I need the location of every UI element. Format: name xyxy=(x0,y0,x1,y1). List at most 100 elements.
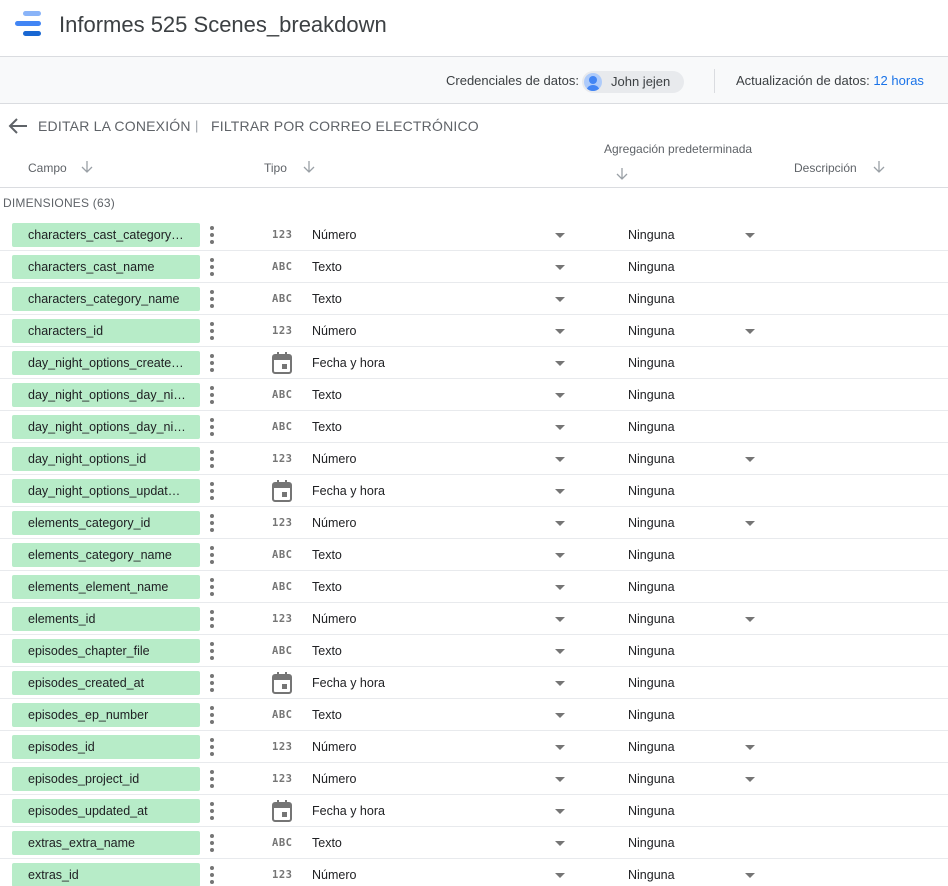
arrow-back-icon[interactable] xyxy=(8,117,28,135)
aggregation-dropdown-caret-icon[interactable] xyxy=(745,617,755,622)
type-dropdown-caret-icon[interactable] xyxy=(555,393,565,398)
type-label[interactable]: Texto xyxy=(312,420,342,434)
more-vert-icon[interactable] xyxy=(208,290,216,308)
type-dropdown-caret-icon[interactable] xyxy=(555,457,565,462)
type-dropdown-caret-icon[interactable] xyxy=(555,841,565,846)
aggregation-dropdown-caret-icon[interactable] xyxy=(745,329,755,334)
more-vert-icon[interactable] xyxy=(208,866,216,884)
type-dropdown-caret-icon[interactable] xyxy=(555,553,565,558)
aggregation-dropdown-caret-icon[interactable] xyxy=(745,233,755,238)
more-vert-icon[interactable] xyxy=(208,514,216,532)
more-vert-icon[interactable] xyxy=(208,802,216,820)
field-chip[interactable]: characters_category_name xyxy=(12,287,200,311)
aggregation-label[interactable]: Ninguna xyxy=(628,612,675,626)
aggregation-label[interactable]: Ninguna xyxy=(628,548,675,562)
field-chip[interactable]: day_night_options_day_ni… xyxy=(12,383,200,407)
column-header-type[interactable]: Tipo xyxy=(264,161,287,175)
type-label[interactable]: Número xyxy=(312,740,356,754)
type-dropdown-caret-icon[interactable] xyxy=(555,777,565,782)
aggregation-label[interactable]: Ninguna xyxy=(628,708,675,722)
more-vert-icon[interactable] xyxy=(208,226,216,244)
aggregation-label[interactable]: Ninguna xyxy=(628,676,675,690)
aggregation-label[interactable]: Ninguna xyxy=(628,804,675,818)
aggregation-label[interactable]: Ninguna xyxy=(628,452,675,466)
type-label[interactable]: Fecha y hora xyxy=(312,484,385,498)
type-dropdown-caret-icon[interactable] xyxy=(555,649,565,654)
more-vert-icon[interactable] xyxy=(208,322,216,340)
type-dropdown-caret-icon[interactable] xyxy=(555,873,565,878)
field-chip[interactable]: characters_id xyxy=(12,319,200,343)
field-chip[interactable]: episodes_chapter_file xyxy=(12,639,200,663)
type-dropdown-caret-icon[interactable] xyxy=(555,521,565,526)
more-vert-icon[interactable] xyxy=(208,834,216,852)
more-vert-icon[interactable] xyxy=(208,354,216,372)
filter-by-email-button[interactable]: FILTRAR POR CORREO ELECTRÓNICO xyxy=(211,118,479,134)
column-header-field[interactable]: Campo xyxy=(28,161,67,175)
type-label[interactable]: Número xyxy=(312,516,356,530)
aggregation-label[interactable]: Ninguna xyxy=(628,420,675,434)
arrow-down-icon[interactable] xyxy=(303,161,315,173)
more-vert-icon[interactable] xyxy=(208,674,216,692)
aggregation-dropdown-caret-icon[interactable] xyxy=(745,873,755,878)
edit-connection-button[interactable]: EDITAR LA CONEXIÓN xyxy=(38,118,191,134)
field-chip[interactable]: day_night_options_day_ni… xyxy=(12,415,200,439)
type-label[interactable]: Texto xyxy=(312,260,342,274)
aggregation-label[interactable]: Ninguna xyxy=(628,228,675,242)
aggregation-label[interactable]: Ninguna xyxy=(628,324,675,338)
credentials-user-chip[interactable]: John jejen xyxy=(582,71,684,93)
field-chip[interactable]: episodes_project_id xyxy=(12,767,200,791)
type-label[interactable]: Texto xyxy=(312,388,342,402)
more-vert-icon[interactable] xyxy=(208,578,216,596)
field-chip[interactable]: elements_category_name xyxy=(12,543,200,567)
type-dropdown-caret-icon[interactable] xyxy=(555,329,565,334)
more-vert-icon[interactable] xyxy=(208,450,216,468)
type-label[interactable]: Fecha y hora xyxy=(312,356,385,370)
type-dropdown-caret-icon[interactable] xyxy=(555,233,565,238)
aggregation-label[interactable]: Ninguna xyxy=(628,836,675,850)
column-header-description[interactable]: Descripción xyxy=(794,161,857,175)
type-label[interactable]: Texto xyxy=(312,292,342,306)
field-chip[interactable]: elements_category_id xyxy=(12,511,200,535)
field-chip[interactable]: day_night_options_updat… xyxy=(12,479,200,503)
aggregation-dropdown-caret-icon[interactable] xyxy=(745,777,755,782)
field-chip[interactable]: characters_cast_category… xyxy=(12,223,200,247)
field-chip[interactable]: episodes_ep_number xyxy=(12,703,200,727)
type-label[interactable]: Número xyxy=(312,324,356,338)
type-label[interactable]: Texto xyxy=(312,708,342,722)
field-chip[interactable]: elements_element_name xyxy=(12,575,200,599)
aggregation-label[interactable]: Ninguna xyxy=(628,260,675,274)
field-chip[interactable]: characters_cast_name xyxy=(12,255,200,279)
field-chip[interactable]: episodes_created_at xyxy=(12,671,200,695)
looker-studio-logo-icon[interactable] xyxy=(15,11,47,41)
type-dropdown-caret-icon[interactable] xyxy=(555,681,565,686)
aggregation-dropdown-caret-icon[interactable] xyxy=(745,457,755,462)
type-label[interactable]: Fecha y hora xyxy=(312,804,385,818)
type-label[interactable]: Texto xyxy=(312,580,342,594)
type-label[interactable]: Número xyxy=(312,452,356,466)
type-label[interactable]: Número xyxy=(312,228,356,242)
type-dropdown-caret-icon[interactable] xyxy=(555,297,565,302)
type-label[interactable]: Texto xyxy=(312,836,342,850)
type-dropdown-caret-icon[interactable] xyxy=(555,617,565,622)
more-vert-icon[interactable] xyxy=(208,418,216,436)
type-dropdown-caret-icon[interactable] xyxy=(555,745,565,750)
type-dropdown-caret-icon[interactable] xyxy=(555,809,565,814)
more-vert-icon[interactable] xyxy=(208,386,216,404)
page-title[interactable]: Informes 525 Scenes_breakdown xyxy=(59,12,387,38)
aggregation-label[interactable]: Ninguna xyxy=(628,292,675,306)
type-label[interactable]: Número xyxy=(312,772,356,786)
field-chip[interactable]: extras_extra_name xyxy=(12,831,200,855)
aggregation-dropdown-caret-icon[interactable] xyxy=(745,521,755,526)
type-label[interactable]: Número xyxy=(312,612,356,626)
more-vert-icon[interactable] xyxy=(208,482,216,500)
more-vert-icon[interactable] xyxy=(208,738,216,756)
type-dropdown-caret-icon[interactable] xyxy=(555,361,565,366)
aggregation-label[interactable]: Ninguna xyxy=(628,516,675,530)
more-vert-icon[interactable] xyxy=(208,258,216,276)
more-vert-icon[interactable] xyxy=(208,610,216,628)
more-vert-icon[interactable] xyxy=(208,770,216,788)
aggregation-label[interactable]: Ninguna xyxy=(628,772,675,786)
type-label[interactable]: Fecha y hora xyxy=(312,676,385,690)
type-dropdown-caret-icon[interactable] xyxy=(555,713,565,718)
type-dropdown-caret-icon[interactable] xyxy=(555,585,565,590)
